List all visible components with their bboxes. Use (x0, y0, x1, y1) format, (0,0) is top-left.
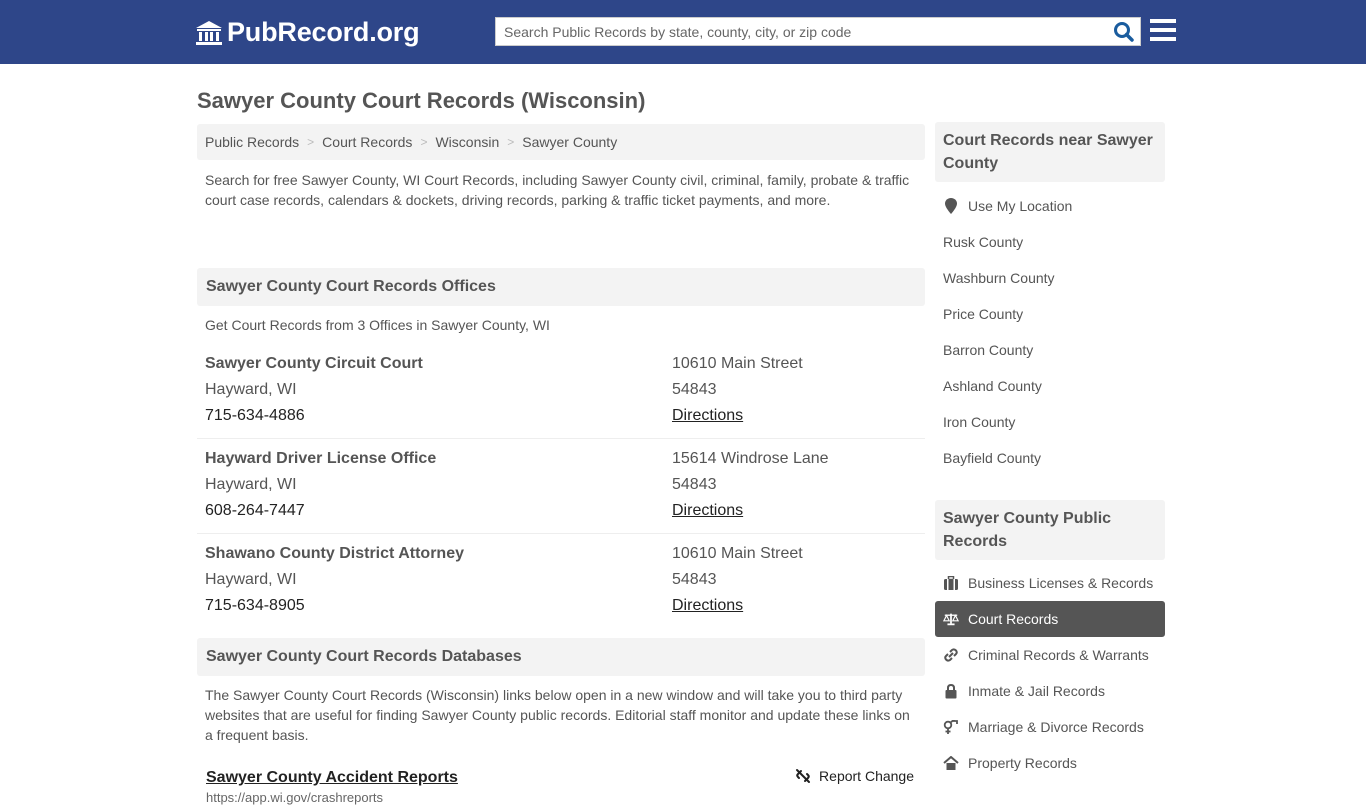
breadcrumb-sawyer-county[interactable]: Sawyer County (522, 134, 617, 150)
logo-text: PubRecord.org (227, 17, 420, 47)
sidebar-item-criminal-records[interactable]: Criminal Records & Warrants (935, 637, 1165, 673)
breadcrumb-public-records[interactable]: Public Records (205, 134, 299, 150)
search-box (495, 17, 1141, 46)
top-navbar: PubRecord.org (0, 0, 1366, 64)
scales-icon (943, 611, 959, 627)
office-item: Hayward Driver License Office Hayward, W… (197, 439, 925, 534)
search-input[interactable] (496, 18, 1106, 45)
database-link-url: https://app.wi.gov/crashreports (206, 790, 384, 805)
broken-link-icon (796, 769, 811, 783)
offices-subtitle: Get Court Records from 3 Offices in Sawy… (205, 317, 550, 333)
directions-link[interactable]: Directions (672, 597, 743, 614)
nearby-county-link[interactable]: Washburn County (935, 260, 1165, 296)
nearby-county-link[interactable]: Bayfield County (935, 440, 1165, 476)
office-street: 15614 Windrose Lane (672, 450, 829, 467)
sidebar-public-records-title: Sawyer County Public Records (935, 500, 1165, 560)
intro-text: Search for free Sawyer County, WI Court … (205, 172, 910, 208)
courthouse-icon (196, 20, 222, 45)
nearby-county-link[interactable]: Barron County (935, 332, 1165, 368)
sidebar-item-court-records[interactable]: Court Records (935, 601, 1165, 637)
sidebar-item-label: Marriage & Divorce Records (968, 719, 1144, 735)
sidebar-nearby-title: Court Records near Sawyer County (935, 122, 1165, 182)
briefcase-icon (943, 575, 959, 591)
office-item: Sawyer County Circuit Court Hayward, WI … (197, 344, 925, 439)
hamburger-menu-icon[interactable] (1150, 19, 1176, 43)
office-name: Hayward Driver License Office (205, 450, 437, 467)
office-name: Sawyer County Circuit Court (205, 355, 423, 372)
breadcrumb-separator: > (507, 135, 515, 149)
database-link-item: Sawyer County Accident Reports https://a… (197, 766, 925, 806)
office-city: Hayward, WI (205, 476, 297, 493)
lock-icon (943, 683, 959, 699)
sidebar-item-label: Inmate & Jail Records (968, 683, 1105, 699)
gender-icon (943, 719, 959, 735)
office-name: Shawano County District Attorney (205, 545, 464, 562)
breadcrumb-court-records[interactable]: Court Records (322, 134, 412, 150)
page-title: Sawyer County Court Records (Wisconsin) (197, 88, 646, 113)
databases-description: The Sawyer County Court Records (Wiscons… (205, 687, 910, 743)
office-city: Hayward, WI (205, 571, 297, 588)
site-logo[interactable]: PubRecord.org (195, 17, 420, 48)
report-change-button[interactable]: Report Change (795, 768, 914, 784)
directions-link[interactable]: Directions (672, 502, 743, 519)
report-change-label: Report Change (819, 768, 914, 784)
breadcrumb-wisconsin[interactable]: Wisconsin (435, 134, 499, 150)
nearby-county-link[interactable]: Ashland County (935, 368, 1165, 404)
office-phone[interactable]: 608-264-7447 (205, 498, 672, 524)
nearby-county-link[interactable]: Iron County (935, 404, 1165, 440)
sidebar-item-marriage-records[interactable]: Marriage & Divorce Records (935, 709, 1165, 745)
office-list: Sawyer County Circuit Court Hayward, WI … (197, 344, 925, 629)
breadcrumb-separator: > (420, 135, 428, 149)
sidebar-item-label: Property Records (968, 755, 1077, 771)
nearby-county-link[interactable]: Price County (935, 296, 1165, 332)
offices-section-title: Sawyer County Court Records Offices (197, 268, 925, 306)
office-zip: 54843 (672, 571, 717, 588)
breadcrumb: Public Records > Court Records > Wiscons… (197, 124, 925, 160)
office-city: Hayward, WI (205, 381, 297, 398)
use-my-location-label: Use My Location (968, 198, 1073, 214)
breadcrumb-separator: > (307, 135, 315, 149)
use-my-location-link[interactable]: Use My Location (935, 188, 1165, 224)
office-street: 10610 Main Street (672, 545, 803, 562)
office-phone[interactable]: 715-634-4886 (205, 403, 672, 429)
sidebar-item-inmate-records[interactable]: Inmate & Jail Records (935, 673, 1165, 709)
office-zip: 54843 (672, 381, 717, 398)
sidebar-item-label: Court Records (968, 611, 1059, 627)
office-phone[interactable]: 715-634-8905 (205, 593, 672, 619)
office-item: Shawano County District Attorney Hayward… (197, 534, 925, 629)
search-icon[interactable] (1112, 21, 1136, 43)
sidebar-item-property-records[interactable]: Property Records (935, 745, 1165, 781)
main-content: Public Records > Court Records > Wiscons… (197, 124, 925, 806)
nearby-county-link[interactable]: Rusk County (935, 224, 1165, 260)
office-zip: 54843 (672, 476, 717, 493)
office-street: 10610 Main Street (672, 355, 803, 372)
sidebar-item-label: Criminal Records & Warrants (968, 647, 1149, 663)
databases-section-title: Sawyer County Court Records Databases (197, 638, 925, 676)
sidebar-item-business-licenses[interactable]: Business Licenses & Records (935, 565, 1165, 601)
sidebar-item-label: Business Licenses & Records (968, 575, 1154, 591)
sidebar-nearby: Court Records near Sawyer County Use My … (935, 122, 1165, 486)
link-icon (943, 647, 959, 663)
home-icon (943, 755, 959, 771)
sidebar-public-records: Sawyer County Public Records Business Li… (935, 500, 1165, 781)
map-marker-icon (943, 198, 959, 214)
directions-link[interactable]: Directions (672, 407, 743, 424)
database-link-title[interactable]: Sawyer County Accident Reports (206, 769, 458, 786)
